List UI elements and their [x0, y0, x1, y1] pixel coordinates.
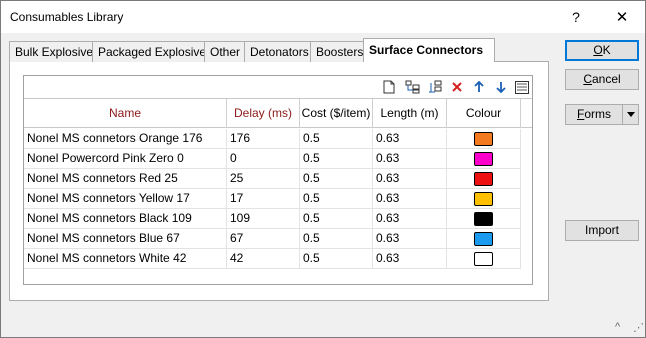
cell-colour[interactable] — [447, 169, 521, 188]
cell-length[interactable]: 0.63 — [373, 169, 447, 188]
colour-swatch[interactable] — [474, 212, 493, 226]
cell-delay[interactable]: 176 — [227, 129, 300, 148]
grid-toolbar — [24, 76, 532, 98]
forms-dropdown-arrow[interactable] — [622, 105, 638, 124]
col-header-name[interactable]: Name — [24, 99, 227, 128]
tab-detonators[interactable]: Detonators — [244, 41, 311, 62]
colour-swatch[interactable] — [474, 232, 493, 246]
col-header-length[interactable]: Length (m) — [373, 99, 447, 128]
cell-delay[interactable]: 25 — [227, 169, 300, 188]
cell-length[interactable]: 0.63 — [373, 229, 447, 248]
colour-swatch[interactable] — [474, 252, 493, 266]
cell-colour[interactable] — [447, 249, 521, 268]
connectors-grid: Name Delay (ms) Cost ($/item) Length (m)… — [23, 75, 533, 285]
cell-delay[interactable]: 67 — [227, 229, 300, 248]
col-header-colour[interactable]: Colour — [447, 99, 521, 128]
table-row[interactable]: Nonel Powercord Pink Zero 0 0 0.5 0.63 — [24, 149, 521, 169]
cell-name[interactable]: Nonel MS connetors Black 109 — [24, 209, 227, 228]
cell-delay[interactable]: 109 — [227, 209, 300, 228]
cell-delay[interactable]: 17 — [227, 189, 300, 208]
collapse-icon[interactable]: ^ — [615, 321, 620, 333]
ok-button[interactable]: OK — [565, 40, 639, 61]
chevron-down-icon — [626, 112, 635, 117]
import-button[interactable]: Import — [565, 220, 639, 241]
cell-delay[interactable]: 0 — [227, 149, 300, 168]
list-view-icon[interactable] — [513, 78, 531, 96]
cancel-button[interactable]: Cancel — [565, 69, 639, 90]
cell-name[interactable]: Nonel MS connetors Blue 67 — [24, 229, 227, 248]
cell-colour[interactable] — [447, 149, 521, 168]
cell-delay[interactable]: 42 — [227, 249, 300, 268]
cell-name[interactable]: Nonel Powercord Pink Zero 0 — [24, 149, 227, 168]
ok-label: K — [602, 43, 611, 57]
tab-other[interactable]: Other — [204, 41, 245, 62]
help-button[interactable]: ? — [553, 1, 599, 32]
cell-cost[interactable]: 0.5 — [300, 209, 373, 228]
resize-grip-icon[interactable]: ⋰ — [633, 321, 644, 334]
title-bar: Consumables Library ? ✕ — [1, 1, 645, 33]
ok-mnemonic: O — [593, 43, 603, 57]
new-icon[interactable] — [380, 78, 398, 96]
colour-swatch[interactable] — [474, 152, 493, 166]
cell-colour[interactable] — [447, 129, 521, 148]
delete-icon[interactable] — [448, 78, 466, 96]
window-title: Consumables Library — [10, 10, 124, 24]
cell-cost[interactable]: 0.5 — [300, 149, 373, 168]
move-down-icon[interactable] — [492, 78, 510, 96]
insert-row-icon[interactable] — [404, 78, 422, 96]
cell-length[interactable]: 0.63 — [373, 209, 447, 228]
tab-bulk-explosives[interactable]: Bulk Explosives — [9, 41, 99, 62]
cancel-label: ancel — [591, 72, 621, 86]
cell-cost[interactable]: 0.5 — [300, 249, 373, 268]
cell-name[interactable]: Nonel MS connetors Yellow 17 — [24, 189, 227, 208]
table-row[interactable]: Nonel MS connetors White 42 42 0.5 0.63 — [24, 249, 521, 269]
cell-length[interactable]: 0.63 — [373, 129, 447, 148]
forms-label: orms — [584, 107, 611, 121]
cell-colour[interactable] — [447, 209, 521, 228]
colour-swatch[interactable] — [474, 192, 493, 206]
grid-header: Name Delay (ms) Cost ($/item) Length (m)… — [24, 98, 532, 128]
cell-cost[interactable]: 0.5 — [300, 169, 373, 188]
cell-colour[interactable] — [447, 189, 521, 208]
cell-length[interactable]: 0.63 — [373, 149, 447, 168]
cell-cost[interactable]: 0.5 — [300, 129, 373, 148]
tab-packaged-explosives[interactable]: Packaged Explosives — [92, 41, 212, 62]
col-header-delay[interactable]: Delay (ms) — [227, 99, 300, 128]
close-button[interactable]: ✕ — [599, 1, 645, 32]
colour-swatch[interactable] — [474, 172, 493, 186]
cell-name[interactable]: Nonel MS connetors Red 25 — [24, 169, 227, 188]
cell-length[interactable]: 0.63 — [373, 249, 447, 268]
table-row[interactable]: Nonel MS connetors Yellow 17 17 0.5 0.63 — [24, 189, 521, 209]
cell-cost[interactable]: 0.5 — [300, 229, 373, 248]
cell-name[interactable]: Nonel MS connetors White 42 — [24, 249, 227, 268]
cell-name[interactable]: Nonel MS connetors Orange 176 — [24, 129, 227, 148]
tab-surface-connectors[interactable]: Surface Connectors — [363, 38, 495, 62]
table-row[interactable]: Nonel MS connetors Black 109 109 0.5 0.63 — [24, 209, 521, 229]
cell-colour[interactable] — [447, 229, 521, 248]
cancel-mnemonic: C — [583, 72, 592, 86]
move-up-icon[interactable] — [470, 78, 488, 96]
forms-button[interactable]: Forms — [565, 104, 639, 125]
table-row[interactable]: Nonel MS connetors Orange 176 176 0.5 0.63 — [24, 129, 521, 149]
append-row-icon[interactable] — [426, 78, 444, 96]
cell-length[interactable]: 0.63 — [373, 189, 447, 208]
tab-boosters[interactable]: Boosters — [310, 41, 364, 62]
col-header-cost[interactable]: Cost ($/item) — [300, 99, 373, 128]
cell-cost[interactable]: 0.5 — [300, 189, 373, 208]
colour-swatch[interactable] — [474, 132, 493, 146]
consumables-library-dialog: Consumables Library ? ✕ Bulk Explosives … — [0, 0, 646, 338]
table-row[interactable]: Nonel MS connetors Red 25 25 0.5 0.63 — [24, 169, 521, 189]
table-row[interactable]: Nonel MS connetors Blue 67 67 0.5 0.63 — [24, 229, 521, 249]
